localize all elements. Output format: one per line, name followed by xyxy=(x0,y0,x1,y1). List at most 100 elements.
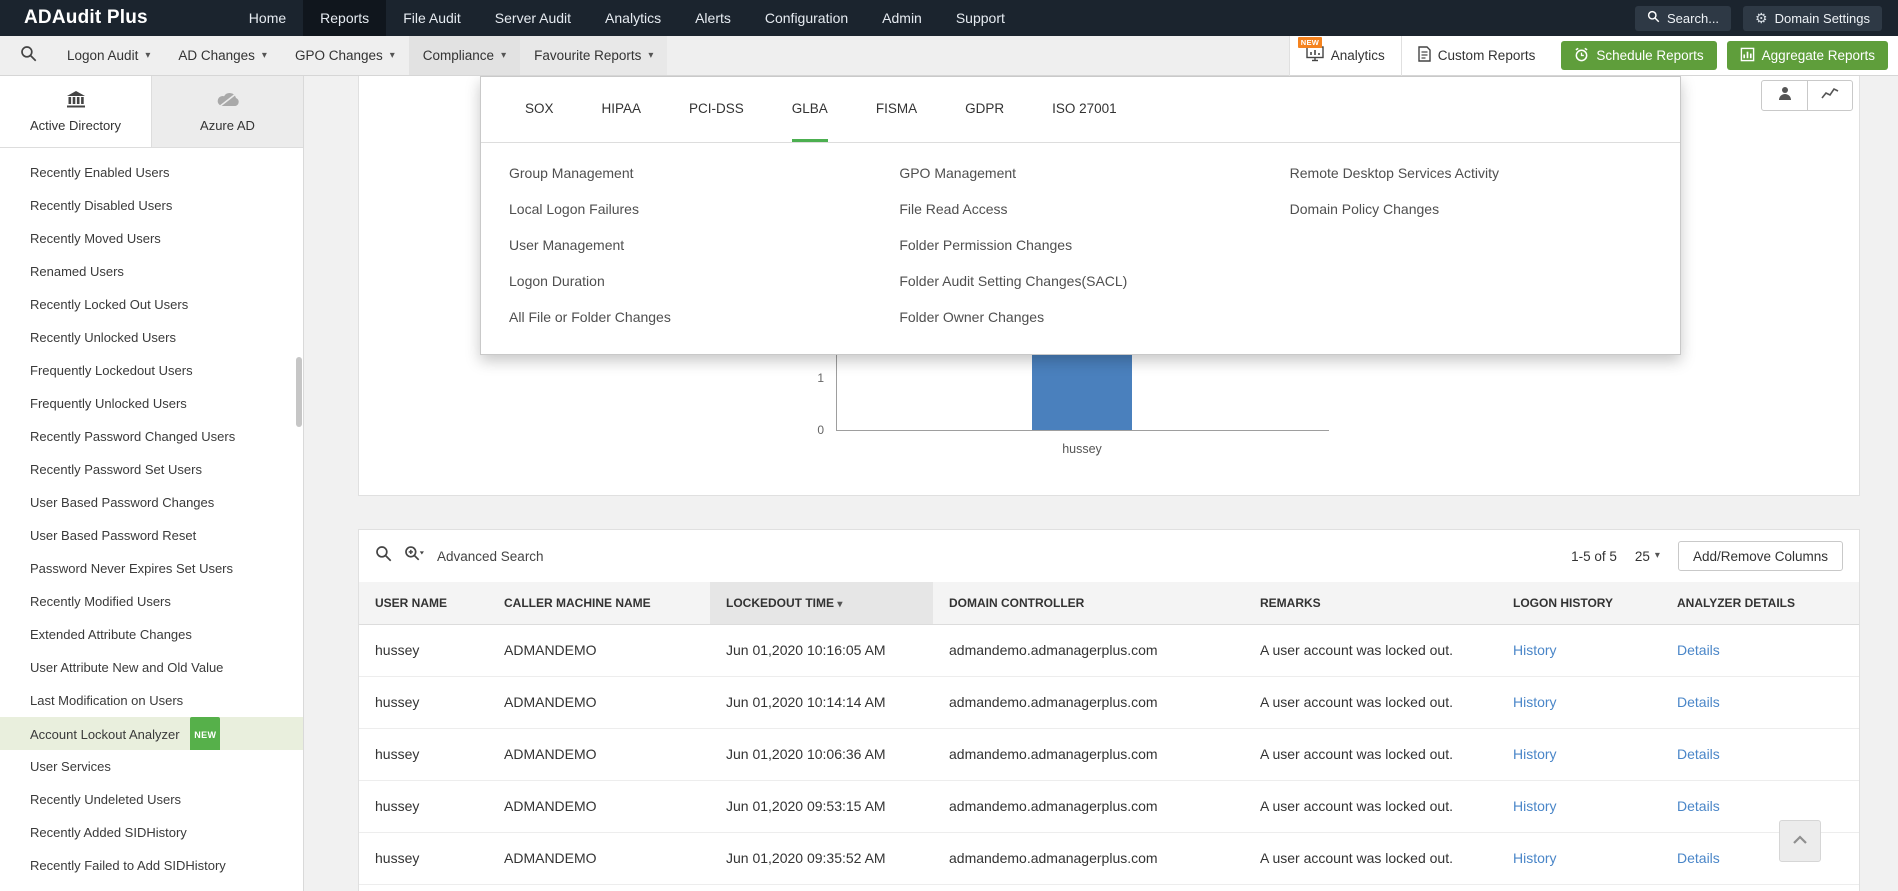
sidebar-item-user-based-password-reset[interactable]: User Based Password Reset xyxy=(0,519,303,552)
tab-hipaa[interactable]: HIPAA xyxy=(602,77,642,142)
link-domain-policy-changes[interactable]: Domain Policy Changes xyxy=(1290,191,1680,227)
nav-item-reports[interactable]: Reports xyxy=(303,0,387,36)
menu-ad-changes[interactable]: AD Changes ▾ xyxy=(164,36,281,75)
trend-graph-button[interactable] xyxy=(1807,81,1852,110)
link-file-read-access[interactable]: File Read Access xyxy=(899,191,1289,227)
link-folder-audit-setting-changes-sacl[interactable]: Folder Audit Setting Changes(SACL) xyxy=(899,263,1289,299)
sort-desc-icon: ▾ xyxy=(837,598,843,610)
details-link[interactable]: Details xyxy=(1677,642,1720,658)
building-icon xyxy=(66,90,86,111)
menu-gpo-changes[interactable]: GPO Changes ▾ xyxy=(281,36,409,75)
advanced-search-icon[interactable] xyxy=(404,545,425,567)
sidebar-item-recently-moved-users[interactable]: Recently Moved Users xyxy=(0,222,303,255)
link-folder-owner-changes[interactable]: Folder Owner Changes xyxy=(899,299,1289,335)
link-group-management[interactable]: Group Management xyxy=(509,155,899,191)
sidebar-item-renamed-users[interactable]: Renamed Users xyxy=(0,255,303,288)
sidebar-item-recently-undeleted-users[interactable]: Recently Undeleted Users xyxy=(0,783,303,816)
search-icon[interactable] xyxy=(375,545,392,567)
tab-pci-dss[interactable]: PCI-DSS xyxy=(689,77,744,142)
tab-sox[interactable]: SOX xyxy=(525,77,554,142)
link-local-logon-failures[interactable]: Local Logon Failures xyxy=(509,191,899,227)
tab-azure-ad[interactable]: Azure AD xyxy=(151,76,303,147)
custom-reports-button[interactable]: Custom Reports xyxy=(1400,35,1552,76)
nav-item-admin[interactable]: Admin xyxy=(865,0,939,36)
sidebar-scrollbar-thumb[interactable] xyxy=(296,357,302,427)
link-folder-permission-changes[interactable]: Folder Permission Changes xyxy=(899,227,1289,263)
top-navigation-bar: ADAudit Plus Home Reports File Audit Ser… xyxy=(0,0,1898,36)
tab-active-directory[interactable]: Active Directory xyxy=(0,76,151,147)
details-link[interactable]: Details xyxy=(1677,694,1720,710)
sidebar-item-recently-unlocked-users[interactable]: Recently Unlocked Users xyxy=(0,321,303,354)
analytics-button[interactable]: NEW Analytics xyxy=(1288,35,1401,76)
scroll-to-top-button[interactable] xyxy=(1779,820,1821,862)
tab-fisma[interactable]: FISMA xyxy=(876,77,917,142)
nav-item-support[interactable]: Support xyxy=(939,0,1022,36)
menu-favourite-reports[interactable]: Favourite Reports ▾ xyxy=(520,36,668,75)
sidebar-item-user-based-password-changes[interactable]: User Based Password Changes xyxy=(0,486,303,519)
column-header-logon-history[interactable]: LOGON HISTORY xyxy=(1497,582,1661,625)
column-header-user-name[interactable]: USER NAME xyxy=(359,582,488,625)
nav-item-server-audit[interactable]: Server Audit xyxy=(478,0,588,36)
schedule-reports-button[interactable]: Schedule Reports xyxy=(1561,41,1717,70)
nav-item-file-audit[interactable]: File Audit xyxy=(386,0,478,36)
menu-compliance[interactable]: Compliance ▾ xyxy=(408,36,521,75)
column-header-domain-controller[interactable]: DOMAIN CONTROLLER xyxy=(933,582,1244,625)
chevron-down-icon: ▾ xyxy=(1654,550,1660,561)
sidebar-item-recently-password-set-users[interactable]: Recently Password Set Users xyxy=(0,453,303,486)
page-size-select[interactable]: 25 ▾ xyxy=(1635,549,1660,564)
column-header-caller-machine-name[interactable]: CALLER MACHINE NAME xyxy=(488,582,710,625)
history-link[interactable]: History xyxy=(1513,694,1557,710)
sidebar-item-last-modification-on-users[interactable]: Last Modification on Users xyxy=(0,684,303,717)
sidebar-item-recently-locked-out-users[interactable]: Recently Locked Out Users xyxy=(0,288,303,321)
link-logon-duration[interactable]: Logon Duration xyxy=(509,263,899,299)
details-link[interactable]: Details xyxy=(1677,746,1720,762)
tab-iso-27001[interactable]: ISO 27001 xyxy=(1052,77,1117,142)
details-link[interactable]: Details xyxy=(1677,850,1720,866)
domain-settings-button[interactable]: ⚙ Domain Settings xyxy=(1743,5,1882,31)
menu-logon-audit[interactable]: Logon Audit ▾ xyxy=(53,36,164,75)
sidebar-item-recently-enabled-users[interactable]: Recently Enabled Users xyxy=(0,156,303,189)
sidebar-item-recently-added-sidhistory[interactable]: Recently Added SIDHistory xyxy=(0,816,303,849)
history-link[interactable]: History xyxy=(1513,798,1557,814)
nav-item-analytics[interactable]: Analytics xyxy=(588,0,678,36)
app-logo: ADAudit Plus xyxy=(24,7,148,28)
global-search-button[interactable]: Search... xyxy=(1635,5,1732,31)
link-user-management[interactable]: User Management xyxy=(509,227,899,263)
column-header-lockedout-time[interactable]: LOCKEDOUT TIME ▾ xyxy=(710,582,933,625)
table-toolbar: Advanced Search 1-5 of 5 25 ▾ Add/Remove… xyxy=(359,530,1859,582)
history-link[interactable]: History xyxy=(1513,850,1557,866)
sidebar-item-user-attribute-new-and-old-value[interactable]: User Attribute New and Old Value xyxy=(0,651,303,684)
advanced-search-label[interactable]: Advanced Search xyxy=(437,549,544,564)
nav-item-configuration[interactable]: Configuration xyxy=(748,0,865,36)
chevron-down-icon: ▾ xyxy=(389,49,395,61)
column-header-analyzer-details[interactable]: ANALYZER DETAILS xyxy=(1661,582,1859,625)
cell-user-name: hussey xyxy=(359,780,488,833)
sidebar-item-user-services[interactable]: User Services xyxy=(0,750,303,783)
sidebar-item-frequently-unlocked-users[interactable]: Frequently Unlocked Users xyxy=(0,387,303,420)
link-all-file-or-folder-changes[interactable]: All File or Folder Changes xyxy=(509,299,899,335)
nav-item-alerts[interactable]: Alerts xyxy=(678,0,748,36)
tab-gdpr[interactable]: GDPR xyxy=(965,77,1004,142)
sidebar-item-recently-failed-to-add-sidhistory[interactable]: Recently Failed to Add SIDHistory xyxy=(0,849,303,882)
history-link[interactable]: History xyxy=(1513,642,1557,658)
details-link[interactable]: Details xyxy=(1677,798,1720,814)
aggregate-reports-button[interactable]: Aggregate Reports xyxy=(1726,41,1888,70)
history-link[interactable]: History xyxy=(1513,746,1557,762)
tab-glba[interactable]: GLBA xyxy=(791,77,828,142)
sidebar-item-recently-modified-users[interactable]: Recently Modified Users xyxy=(0,585,303,618)
link-gpo-management[interactable]: GPO Management xyxy=(899,155,1289,191)
compliance-links-column-3: Remote Desktop Services Activity Domain … xyxy=(1290,155,1680,335)
sidebar-item-account-lockout-analyzer[interactable]: Account Lockout Analyzer NEW xyxy=(0,717,303,750)
cell-user-name: hussey xyxy=(359,832,488,885)
add-remove-columns-button[interactable]: Add/Remove Columns xyxy=(1677,541,1843,571)
sidebar-item-frequently-lockedout-users[interactable]: Frequently Lockedout Users xyxy=(0,354,303,387)
sidebar-item-extended-attribute-changes[interactable]: Extended Attribute Changes xyxy=(0,618,303,651)
sidebar-item-recently-disabled-users[interactable]: Recently Disabled Users xyxy=(0,189,303,222)
reports-search-button[interactable] xyxy=(0,36,53,75)
column-header-remarks[interactable]: REMARKS xyxy=(1244,582,1497,625)
link-remote-desktop-services-activity[interactable]: Remote Desktop Services Activity xyxy=(1290,155,1680,191)
sidebar-item-recently-password-changed-users[interactable]: Recently Password Changed Users xyxy=(0,420,303,453)
nav-item-home[interactable]: Home xyxy=(232,0,303,36)
user-analysis-button[interactable] xyxy=(1762,81,1807,110)
sidebar-item-password-never-expires-set-users[interactable]: Password Never Expires Set Users xyxy=(0,552,303,585)
